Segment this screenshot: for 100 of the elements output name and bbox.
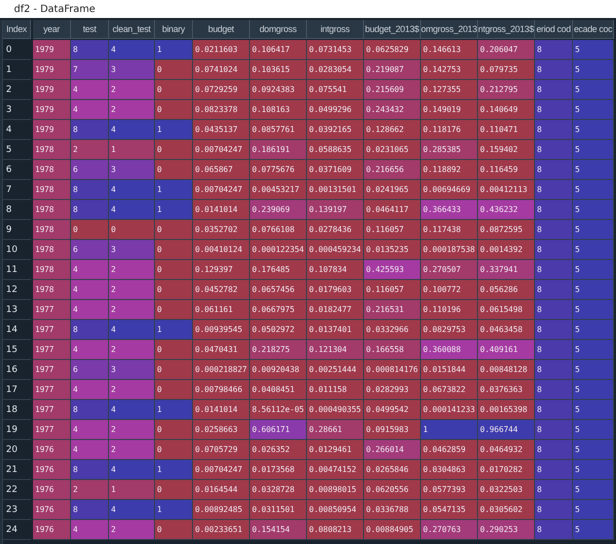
table-cell[interactable]: 0.00704247 — [193, 140, 250, 160]
table-cell[interactable]: 8 — [535, 240, 573, 260]
table-cell[interactable]: 0.0667975 — [250, 300, 307, 320]
table-cell[interactable]: 5 — [573, 420, 614, 440]
table-cell[interactable]: 0.00892485 — [193, 500, 250, 520]
table-cell[interactable]: 0.129397 — [193, 260, 250, 280]
table-cell[interactable]: 0 — [155, 300, 193, 320]
table-cell[interactable]: 0.0336788 — [364, 500, 421, 520]
table-cell[interactable]: 0.425593 — [364, 260, 421, 280]
table-cell[interactable]: 0 — [155, 260, 193, 280]
table-cell[interactable]: 4 — [71, 100, 109, 120]
table-cell[interactable]: 8 — [71, 500, 109, 520]
column-header[interactable]: domgross — [250, 20, 307, 39]
table-cell[interactable]: 5 — [573, 220, 614, 240]
table-cell[interactable]: 0.0470431 — [193, 340, 250, 360]
table-cell[interactable]: 6 — [71, 360, 109, 380]
table-cell[interactable]: 1976 — [33, 440, 71, 460]
table-cell[interactable]: 0.216656 — [364, 160, 421, 180]
table-cell[interactable]: 1 — [155, 120, 193, 140]
table-cell[interactable]: 0.061161 — [193, 300, 250, 320]
table-cell[interactable]: 0.00410124 — [193, 240, 250, 260]
table-cell[interactable]: 0.0304863 — [421, 460, 478, 480]
table-cell[interactable]: 8 — [71, 120, 109, 140]
table-cell[interactable]: 2 — [71, 480, 109, 500]
table-cell[interactable]: 4 — [71, 280, 109, 300]
table-cell[interactable]: 8 — [535, 60, 573, 80]
table-cell[interactable]: 0 — [155, 60, 193, 80]
table-cell[interactable]: 0.0141014 — [193, 400, 250, 420]
table-cell[interactable]: 0.266014 — [364, 440, 421, 460]
table-cell[interactable]: 0.0151844 — [421, 360, 478, 380]
table-cell[interactable]: 0.0615498 — [478, 300, 535, 320]
table-cell[interactable]: 0.0464117 — [364, 200, 421, 220]
table-cell[interactable]: 1978 — [33, 140, 71, 160]
table-cell[interactable]: 0.118892 — [421, 160, 478, 180]
table-cell[interactable]: 0 — [155, 340, 193, 360]
table-cell[interactable]: 8 — [71, 320, 109, 340]
table-cell[interactable]: 8 — [535, 180, 573, 200]
table-cell[interactable]: 0.079735 — [478, 60, 535, 80]
table-cell[interactable]: 0.0823378 — [193, 100, 250, 120]
table-cell[interactable]: 0.000490355 — [307, 400, 364, 420]
table-cell[interactable]: 0 — [155, 480, 193, 500]
table-cell[interactable]: 8 — [71, 400, 109, 420]
table-cell[interactable]: 8 — [535, 100, 573, 120]
table-cell[interactable]: 0.0547135 — [421, 500, 478, 520]
table-cell[interactable]: 0.0278436 — [307, 220, 364, 240]
table-cell[interactable]: 0.107834 — [307, 260, 364, 280]
table-cell[interactable]: 4 — [109, 180, 155, 200]
table-cell[interactable]: 0 — [155, 380, 193, 400]
table-cell[interactable]: 1 — [155, 180, 193, 200]
table-cell[interactable]: 5 — [573, 140, 614, 160]
table-cell[interactable]: 8 — [535, 80, 573, 100]
table-cell[interactable]: 0.0170282 — [478, 460, 535, 480]
table-cell[interactable]: 0.206047 — [478, 40, 535, 60]
table-cell[interactable]: 0.360088 — [421, 340, 478, 360]
table-cell[interactable]: 0.0775676 — [250, 160, 307, 180]
table-cell[interactable]: 1 — [155, 40, 193, 60]
table-cell[interactable]: 3 — [109, 160, 155, 180]
table-cell[interactable]: 0.0673822 — [421, 380, 478, 400]
table-cell[interactable]: 1978 — [33, 160, 71, 180]
column-header[interactable]: omgross_2013 — [421, 20, 478, 39]
table-cell[interactable]: 5 — [573, 460, 614, 480]
table-cell[interactable]: 0.0857761 — [250, 120, 307, 140]
table-cell[interactable]: 1 — [155, 400, 193, 420]
table-cell[interactable]: 8 — [535, 380, 573, 400]
table-cell[interactable]: 5 — [573, 380, 614, 400]
table-cell[interactable]: 0.00798466 — [193, 380, 250, 400]
table-cell[interactable]: 5 — [573, 60, 614, 80]
table-cell[interactable]: 1979 — [33, 40, 71, 60]
table-cell[interactable]: 1976 — [33, 460, 71, 480]
table-cell[interactable]: 5 — [573, 480, 614, 500]
table-cell[interactable]: 0.0182477 — [307, 300, 364, 320]
table-cell[interactable]: 2 — [109, 440, 155, 460]
column-header[interactable]: ntgross_2013$ — [478, 20, 535, 39]
table-cell[interactable]: 0.0135235 — [364, 240, 421, 260]
table-cell[interactable]: 0.117438 — [421, 220, 478, 240]
table-cell[interactable]: 1978 — [33, 200, 71, 220]
table-cell[interactable]: 8 — [535, 360, 573, 380]
table-cell[interactable]: 0.176485 — [250, 260, 307, 280]
table-cell[interactable]: 2 — [71, 140, 109, 160]
table-cell[interactable]: 0.0464932 — [478, 440, 535, 460]
table-cell[interactable]: 8 — [535, 260, 573, 280]
table-cell[interactable]: 0.606171 — [250, 420, 307, 440]
table-cell[interactable]: 0.0322503 — [478, 480, 535, 500]
table-cell[interactable]: 0.0173568 — [250, 460, 307, 480]
table-cell[interactable]: 5 — [573, 340, 614, 360]
table-cell[interactable]: 0.0164544 — [193, 480, 250, 500]
table-cell[interactable]: 0.110196 — [421, 300, 478, 320]
table-cell[interactable]: 0.0829753 — [421, 320, 478, 340]
table-cell[interactable]: 0 — [155, 240, 193, 260]
table-cell[interactable]: 2 — [109, 100, 155, 120]
table-cell[interactable]: 5 — [573, 100, 614, 120]
table-cell[interactable]: 8 — [535, 480, 573, 500]
table-cell[interactable]: 0.103615 — [250, 60, 307, 80]
table-cell[interactable]: 0.0620556 — [364, 480, 421, 500]
column-header[interactable]: eriod cod — [535, 20, 573, 39]
table-cell[interactable]: 0.000122354 — [250, 240, 307, 260]
table-cell[interactable]: 0.0137401 — [307, 320, 364, 340]
table-cell[interactable]: 1978 — [33, 260, 71, 280]
table-cell[interactable]: 0.011158 — [307, 380, 364, 400]
table-cell[interactable]: 1978 — [33, 280, 71, 300]
